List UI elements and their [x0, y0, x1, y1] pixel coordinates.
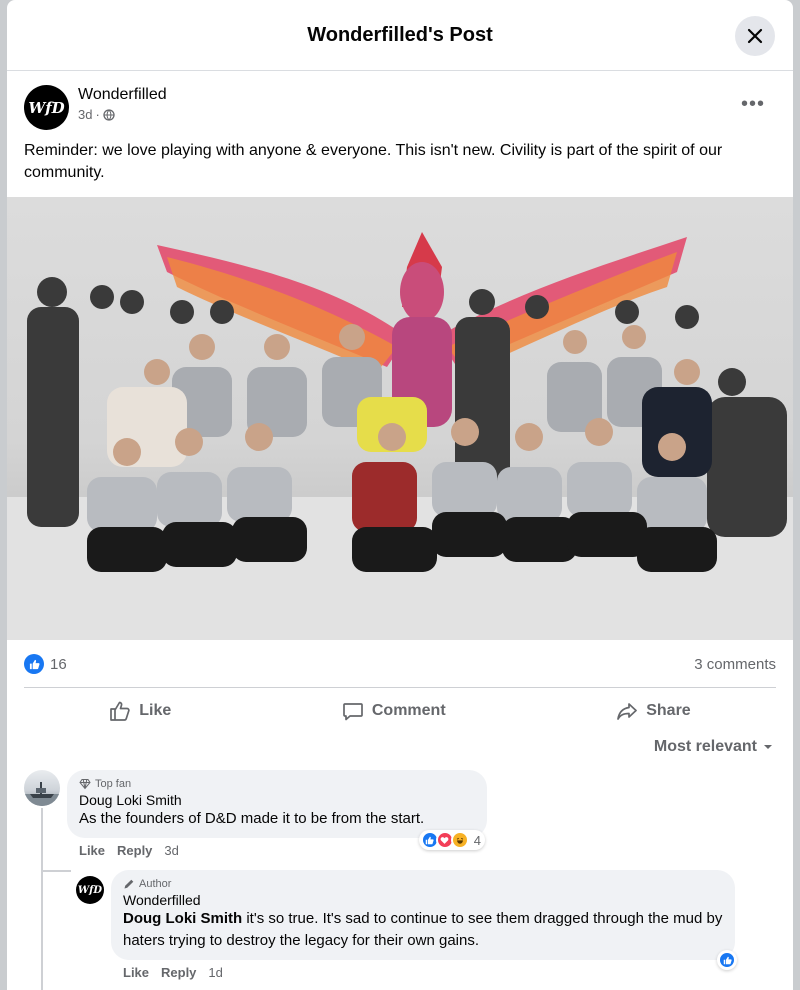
like-label: Like [139, 702, 172, 719]
commenter-avatar[interactable] [24, 770, 60, 806]
comment-reply-button[interactable]: Reply [117, 843, 152, 858]
post-time[interactable]: 3d [78, 107, 92, 122]
more-options-button[interactable]: ••• [741, 93, 765, 116]
author-avatar-small[interactable]: WfD [76, 876, 104, 904]
like-reaction-icon [24, 654, 44, 674]
like-count: 16 [50, 655, 67, 673]
meta-separator: · [95, 107, 100, 122]
author-badge: Author [123, 878, 723, 890]
avatar-logo-text: WfD [77, 884, 103, 896]
comment-label: Comment [371, 702, 446, 719]
like-button[interactable]: Like [109, 700, 171, 722]
diamond-icon [79, 779, 91, 790]
like-summary[interactable]: 16 [24, 654, 67, 674]
modal-title: Wonderfilled's Post [307, 23, 493, 46]
comment-time[interactable]: 3d [164, 843, 178, 858]
modal-header: Wonderfilled's Post [7, 0, 793, 71]
reply-reply-button[interactable]: Reply [161, 965, 196, 980]
action-divider [24, 687, 776, 688]
reactions-row: 16 3 comments [24, 652, 776, 676]
haha-reaction-icon [450, 831, 469, 849]
reply-actions: Like Reply 1d [111, 965, 735, 980]
top-fan-badge: Top fan [79, 778, 475, 790]
reply-like-button[interactable]: Like [123, 965, 149, 980]
post-photo[interactable] [7, 197, 793, 640]
post-header: WfD Wonderfilled 3d · [24, 85, 167, 130]
commenter-name[interactable]: Doug Loki Smith [79, 792, 475, 808]
comment-button[interactable]: Comment [342, 700, 446, 722]
commenter-name[interactable]: Wonderfilled [123, 892, 723, 908]
post-meta: 3d · [78, 107, 167, 122]
reply-reactions[interactable] [717, 950, 737, 970]
share-button[interactable]: Share [616, 700, 691, 722]
share-arrow-icon [617, 703, 638, 720]
comment-sort-dropdown[interactable]: Most relevant [654, 738, 773, 756]
comments-count[interactable]: 3 comments [694, 656, 776, 673]
reply-bubble: Author Wonderfilled Doug Loki Smith it's… [111, 870, 737, 970]
post-text: Reminder: we love playing with anyone & … [24, 142, 723, 181]
comment-like-button[interactable]: Like [79, 843, 105, 858]
action-bar: Like Comment Share [24, 692, 776, 730]
close-icon [747, 28, 763, 44]
share-label: Share [646, 702, 691, 719]
author-name[interactable]: Wonderfilled [78, 86, 167, 104]
badge-label: Author [139, 878, 172, 890]
post-modal: Wonderfilled's Post WfD Wonderfilled 3d … [7, 0, 793, 990]
caret-down-icon [764, 745, 772, 749]
badge-label: Top fan [95, 778, 132, 790]
comment-text: As the founders of D&D made it to be fro… [79, 810, 425, 827]
ship-photo-icon [24, 782, 60, 806]
close-button[interactable] [735, 16, 775, 56]
reply-time[interactable]: 1d [208, 965, 222, 980]
reply-text: Doug Loki Smith it's so true. It's sad t… [123, 908, 723, 952]
sort-label: Most relevant [653, 738, 757, 755]
group-photo-illustration [7, 232, 793, 640]
reply-item: WfD Author Wonderfilled Doug Loki Smith … [76, 870, 737, 980]
comment-reactions[interactable]: 4 [418, 830, 485, 850]
author-avatar[interactable]: WfD [24, 85, 69, 130]
comment-item: Top fan Doug Loki Smith As the founders … [24, 770, 487, 858]
comment-bubble: Top fan Doug Loki Smith As the founders … [67, 770, 487, 850]
thread-connector [41, 870, 71, 872]
like-reaction-icon [718, 951, 736, 969]
mention-link[interactable]: Doug Loki Smith [123, 910, 242, 927]
thumbs-up-icon [110, 701, 130, 721]
avatar-logo-text: WfD [28, 98, 65, 117]
globe-icon [103, 108, 115, 121]
reaction-count: 4 [473, 832, 481, 848]
comment-icon [343, 703, 363, 721]
pencil-icon [124, 879, 134, 889]
